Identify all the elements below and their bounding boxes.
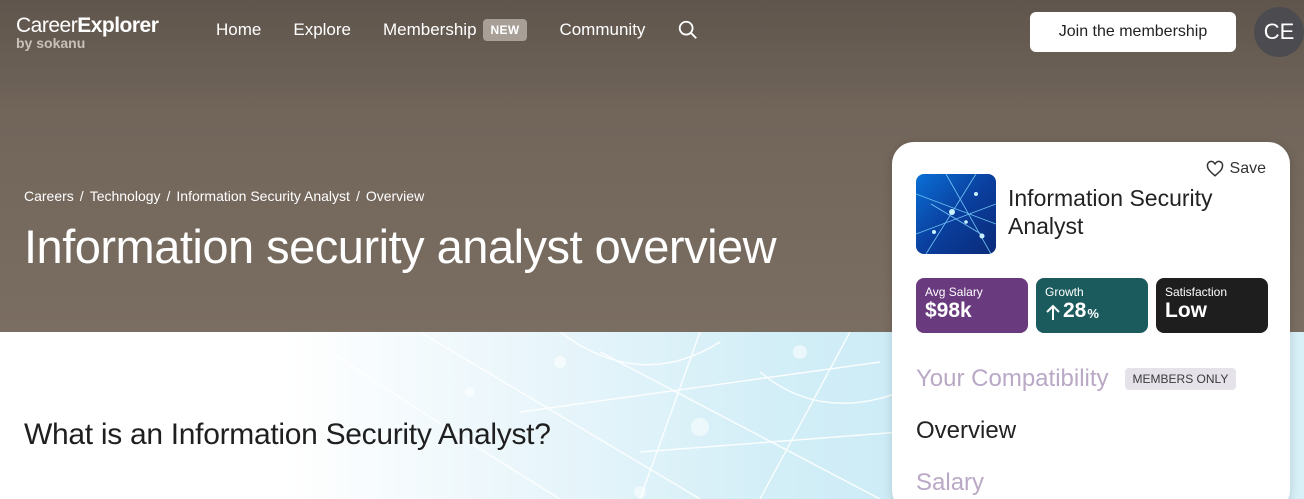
save-label: Save [1229, 160, 1266, 177]
stat-value: Low [1165, 299, 1207, 322]
avatar[interactable]: CE [1254, 7, 1304, 57]
join-membership-button[interactable]: Join the membership [1030, 12, 1236, 52]
nav-home[interactable]: Home [216, 18, 261, 42]
nav-membership[interactable]: Membership NEW [383, 18, 528, 42]
stat-avg-salary: Avg Salary $98k [916, 278, 1028, 333]
stat-value: 28 [1063, 299, 1087, 322]
nav-explore[interactable]: Explore [293, 18, 351, 42]
members-only-badge: MEMBERS ONLY [1124, 368, 1237, 390]
logo-text-light: Career [16, 14, 78, 37]
compatibility-label: Your Compatibility [916, 365, 1109, 392]
new-badge: NEW [482, 19, 528, 41]
heart-icon [1206, 160, 1223, 177]
stat-unit: % [1087, 306, 1099, 321]
stat-label: Growth [1045, 285, 1084, 299]
save-button[interactable]: Save [1206, 160, 1266, 178]
breadcrumb-overview[interactable]: Overview [366, 188, 424, 204]
stat-satisfaction: Satisfaction Low [1156, 278, 1268, 333]
page-title: Information security analyst overview [24, 220, 777, 273]
nav-salary[interactable]: Salary [916, 469, 984, 497]
career-name: Information Security Analyst [1008, 185, 1213, 239]
stat-growth: Growth 28% [1036, 278, 1148, 333]
nav-community[interactable]: Community [559, 18, 645, 42]
main-nav: Home Explore Membership NEW Community [216, 18, 699, 42]
stat-label: Avg Salary [925, 285, 983, 299]
breadcrumb: Careers / Technology / Information Secur… [24, 188, 430, 204]
breadcrumb-careers[interactable]: Careers [24, 188, 74, 204]
breadcrumb-technology[interactable]: Technology [90, 188, 161, 204]
nav-overview[interactable]: Overview [916, 417, 1016, 445]
nav-compatibility[interactable]: Your Compatibility MEMBERS ONLY [916, 365, 1237, 393]
stat-label: Satisfaction [1165, 285, 1228, 299]
section-heading: What is an Information Security Analyst? [24, 418, 551, 451]
stat-value: $98k [925, 299, 972, 322]
logo-text-bold: Explorer [77, 14, 159, 37]
logo-subtitle: by sokanu [16, 35, 86, 51]
career-thumbnail [916, 174, 996, 254]
career-card: Save Information Security Analyst Avg Sa… [892, 142, 1290, 499]
nav-membership-label[interactable]: Membership [383, 18, 477, 42]
breadcrumb-separator: / [166, 188, 171, 204]
breadcrumb-career[interactable]: Information Security Analyst [176, 188, 350, 204]
arrow-up-icon [1046, 304, 1060, 320]
search-icon[interactable] [677, 19, 699, 41]
breadcrumb-separator: / [79, 188, 84, 204]
logo[interactable]: CareerExplorer by sokanu [16, 14, 159, 51]
breadcrumb-separator: / [355, 188, 360, 204]
